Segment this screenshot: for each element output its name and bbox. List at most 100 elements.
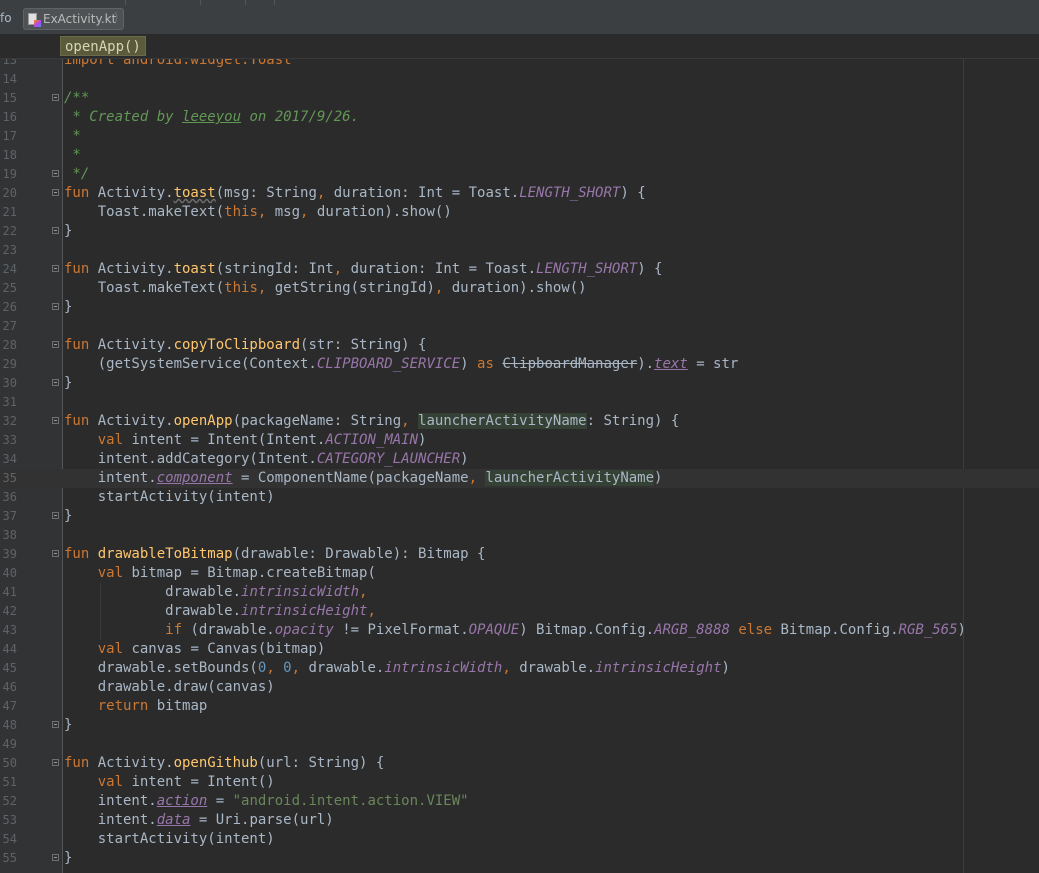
code-line[interactable]: 48} bbox=[0, 716, 1039, 735]
fold-expand-icon[interactable] bbox=[52, 417, 59, 424]
code-token: } bbox=[64, 375, 73, 391]
code-line[interactable]: 22} bbox=[0, 222, 1039, 241]
code-text: * bbox=[64, 127, 80, 146]
fold-end-icon[interactable] bbox=[52, 303, 59, 310]
code-line[interactable]: 38 bbox=[0, 526, 1039, 545]
code-token: CLIPBOARD_SERVICE bbox=[316, 356, 461, 372]
code-token: toast bbox=[173, 261, 216, 277]
code-token: (getSystemService(Context. bbox=[64, 356, 317, 372]
code-token: * Created by bbox=[64, 109, 183, 125]
line-number: 25 bbox=[2, 281, 17, 295]
fold-expand-icon[interactable] bbox=[52, 94, 59, 101]
code-token: ) Bitmap.Config. bbox=[519, 622, 655, 638]
code-line[interactable]: 13 import android.widget.Toast bbox=[0, 59, 1039, 70]
code-line[interactable]: 32 fun Activity.openApp(packageName: Stri… bbox=[0, 412, 1039, 431]
code-line[interactable]: 45 drawable.setBounds(0, 0, drawable.int… bbox=[0, 659, 1039, 678]
code-line[interactable]: 21 Toast.makeText(this, msg, duration).s… bbox=[0, 203, 1039, 222]
code-token: this bbox=[224, 204, 258, 220]
code-line[interactable]: 16 * Created by leeeyou on 2017/9/26. bbox=[0, 108, 1039, 127]
code-line[interactable]: 28 fun Activity.copyToClipboard(str: Stri… bbox=[0, 336, 1039, 355]
fold-expand-icon[interactable] bbox=[52, 759, 59, 766]
code-line[interactable]: 47 return bitmap bbox=[0, 697, 1039, 716]
fold-end-icon[interactable] bbox=[52, 170, 59, 177]
code-line[interactable]: 31 bbox=[0, 393, 1039, 412]
code-line[interactable]: 53 intent.data = Uri.parse(url) bbox=[0, 811, 1039, 830]
code-text: fun drawableToBitmap(drawable: Drawable)… bbox=[64, 545, 485, 564]
code-line[interactable]: 51 val intent = Intent() bbox=[0, 773, 1039, 792]
fold-expand-icon[interactable] bbox=[52, 265, 59, 272]
code-token: * bbox=[64, 147, 81, 163]
code-line[interactable]: 24 fun Activity.toast(stringId: Int, dura… bbox=[0, 260, 1039, 279]
code-line[interactable]: 52 intent.action = "android.intent.actio… bbox=[0, 792, 1039, 811]
line-number: 49 bbox=[2, 737, 17, 751]
code-line[interactable]: 34 intent.addCategory(Intent.CATEGORY_LA… bbox=[0, 450, 1039, 469]
code-line[interactable]: 36 startActivity(intent) bbox=[0, 488, 1039, 507]
line-number: 55 bbox=[2, 851, 17, 865]
line-number: 37 bbox=[2, 509, 17, 523]
code-text: drawable.intrinsicHeight, bbox=[64, 602, 376, 621]
code-token: ) bbox=[721, 660, 730, 676]
code-text: fun Activity.openGithub(url: String) { bbox=[64, 754, 384, 773]
code-text: intent.component = ComponentName(package… bbox=[64, 469, 662, 488]
fold-end-icon[interactable] bbox=[52, 854, 59, 861]
code-token: , bbox=[333, 261, 351, 277]
code-line[interactable]: 35 intent.component = ComponentName(pack… bbox=[0, 469, 1039, 488]
code-token: "android.intent.action.VIEW" bbox=[232, 793, 469, 809]
code-line[interactable]: 50 fun Activity.openGithub(url: String) { bbox=[0, 754, 1039, 773]
code-token: component bbox=[156, 470, 233, 486]
code-line[interactable]: 30} bbox=[0, 374, 1039, 393]
line-number: 43 bbox=[2, 623, 17, 637]
code-token: (msg: String bbox=[215, 185, 317, 201]
code-line[interactable]: 18 * bbox=[0, 146, 1039, 165]
code-line[interactable]: 49 bbox=[0, 735, 1039, 754]
code-lines[interactable]: 13 import android.widget.Toast 14 15 /** 16 *… bbox=[0, 59, 1039, 868]
fold-expand-icon[interactable] bbox=[52, 550, 59, 557]
fold-end-icon[interactable] bbox=[52, 721, 59, 728]
code-line[interactable]: 25 Toast.makeText(this, getString(string… bbox=[0, 279, 1039, 298]
code-line[interactable]: 20 fun Activity.toast(msg: String, durati… bbox=[0, 184, 1039, 203]
tab-exactivity[interactable]: ExActivity.kt bbox=[23, 8, 125, 30]
code-line[interactable]: 37} bbox=[0, 507, 1039, 526]
code-line[interactable]: 27 bbox=[0, 317, 1039, 336]
code-line[interactable]: 55} bbox=[0, 849, 1039, 868]
fold-end-icon[interactable] bbox=[52, 512, 59, 519]
code-line[interactable]: 43 if (drawable.opacity != PixelFormat.O… bbox=[0, 621, 1039, 640]
code-line[interactable]: 46 drawable.draw(canvas) bbox=[0, 678, 1039, 697]
fold-expand-icon[interactable] bbox=[52, 341, 59, 348]
code-line[interactable]: 26} bbox=[0, 298, 1039, 317]
code-line[interactable]: 44 val canvas = Canvas(bitmap) bbox=[0, 640, 1039, 659]
code-line[interactable]: 29 (getSystemService(Context.CLIPBOARD_S… bbox=[0, 355, 1039, 374]
line-number: 16 bbox=[2, 110, 17, 124]
code-line[interactable]: 19 */ bbox=[0, 165, 1039, 184]
code-line[interactable]: 41 drawable.intrinsicWidth, bbox=[0, 583, 1039, 602]
breadcrumb-bar: openApp() bbox=[0, 35, 1039, 59]
code-line[interactable]: 54 startActivity(intent) bbox=[0, 830, 1039, 849]
code-line[interactable]: 15 /** bbox=[0, 89, 1039, 108]
code-token: msg bbox=[274, 204, 301, 220]
fold-expand-icon[interactable] bbox=[52, 189, 59, 196]
code-text: * bbox=[64, 146, 81, 165]
code-token: drawable.draw(canvas) bbox=[64, 679, 275, 695]
code-token: ARGB_8888 bbox=[654, 622, 730, 638]
fold-end-icon[interactable] bbox=[52, 379, 59, 386]
code-token: ClipboardManager bbox=[502, 356, 638, 372]
code-line[interactable]: 42 drawable.intrinsicHeight, bbox=[0, 602, 1039, 621]
line-number: 18 bbox=[2, 148, 17, 162]
code-line[interactable]: 40 val bitmap = Bitmap.createBitmap( bbox=[0, 564, 1039, 583]
line-number: 30 bbox=[2, 376, 17, 390]
fold-end-icon[interactable] bbox=[52, 227, 59, 234]
previous-tab-fragment[interactable]: fo bbox=[0, 11, 12, 25]
code-line[interactable]: 33 val intent = Intent(Intent.ACTION_MAI… bbox=[0, 431, 1039, 450]
code-token: ) { bbox=[620, 185, 646, 201]
code-line[interactable]: 17 * bbox=[0, 127, 1039, 146]
code-text: } bbox=[64, 298, 72, 317]
code-token: , bbox=[367, 603, 376, 619]
code-line[interactable]: 39 fun drawableToBitmap(drawable: Drawabl… bbox=[0, 545, 1039, 564]
code-line[interactable]: 14 bbox=[0, 70, 1039, 89]
code-editor[interactable]: 13 import android.widget.Toast 14 15 /** 16 *… bbox=[0, 59, 1039, 873]
code-line[interactable]: 23 bbox=[0, 241, 1039, 260]
breadcrumb[interactable]: openApp() bbox=[60, 36, 146, 56]
